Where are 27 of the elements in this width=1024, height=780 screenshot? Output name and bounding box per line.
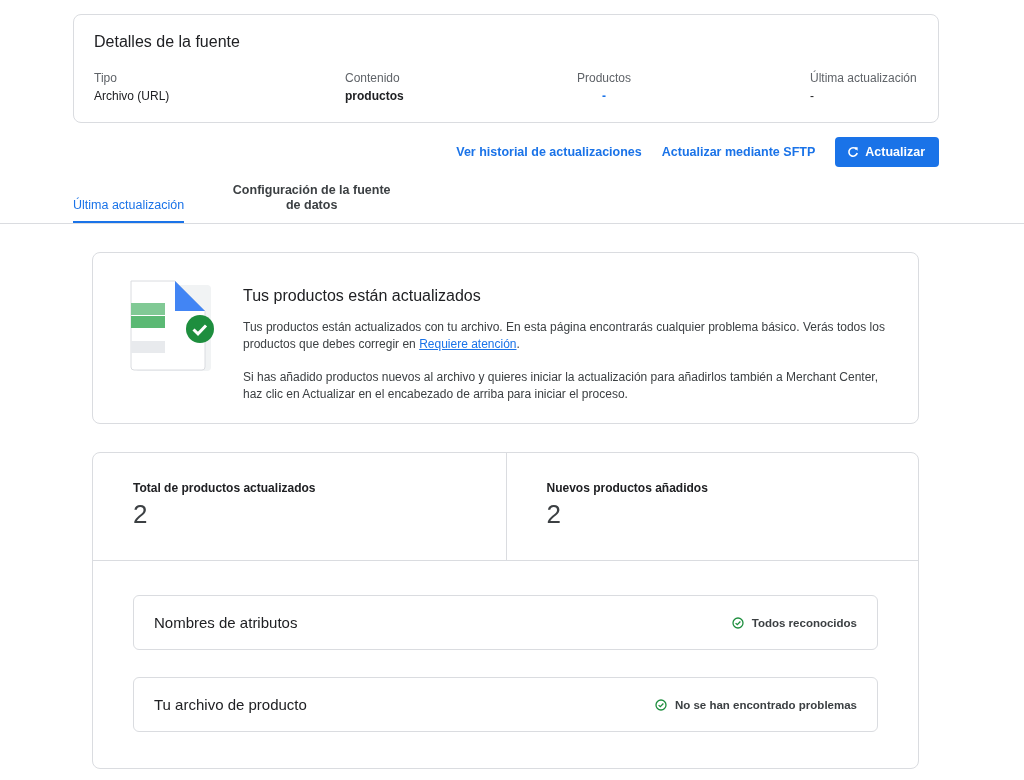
- tab[interactable]: Última actualización: [73, 183, 185, 223]
- stat-value: 2: [546, 499, 562, 530]
- card-title: Detalles de la fuente: [94, 33, 241, 51]
- tab[interactable]: Configuración de la fuente de datos: [224, 183, 400, 223]
- stat-value: 2: [133, 499, 149, 530]
- requires-attention-link[interactable]: Requiere atención: [419, 337, 517, 351]
- field-value: -: [810, 89, 814, 103]
- check-title: Nombres de atributos: [154, 614, 298, 631]
- stat-label: Nuevos productos añadidos: [546, 481, 709, 495]
- field-label: Tipo: [94, 71, 117, 85]
- status-title: Tus productos están actualizados: [243, 287, 482, 305]
- field-label: Última actualización: [810, 71, 917, 85]
- check-title: Tu archivo de producto: [154, 696, 307, 713]
- check-status: Todos reconocidos: [751, 616, 857, 629]
- field-label: Productos: [577, 71, 632, 85]
- field-value: productos: [345, 89, 404, 103]
- check-status: No se han encontrado problemas: [674, 698, 857, 711]
- stat-label: Total de productos actualizados: [133, 481, 317, 495]
- field-value: Archivo (URL): [94, 89, 170, 103]
- field-label: Contenido: [345, 71, 400, 85]
- update-button[interactable]: Actualizar: [835, 137, 939, 167]
- status-paragraph: Si has añadido productos nuevos al archivo y quieres iniciar la actualización para añadirlos también a Merchant Center, haz clic en Actualizar en el encabezado de arriba para iniciar el proceso.: [243, 369, 880, 403]
- action-link[interactable]: Actualizar mediante SFTP: [661, 145, 816, 159]
- status-paragraph: Tus productos están actualizados con tu archivo. En esta página encontrarás cualquier problema básico. Verás todos los productos que debes corregir en Requiere atención.: [243, 319, 886, 353]
- action-link[interactable]: Ver historial de actualizaciones: [456, 145, 642, 159]
- field-value-link[interactable]: -: [602, 89, 606, 103]
- refresh-icon: [847, 146, 860, 158]
